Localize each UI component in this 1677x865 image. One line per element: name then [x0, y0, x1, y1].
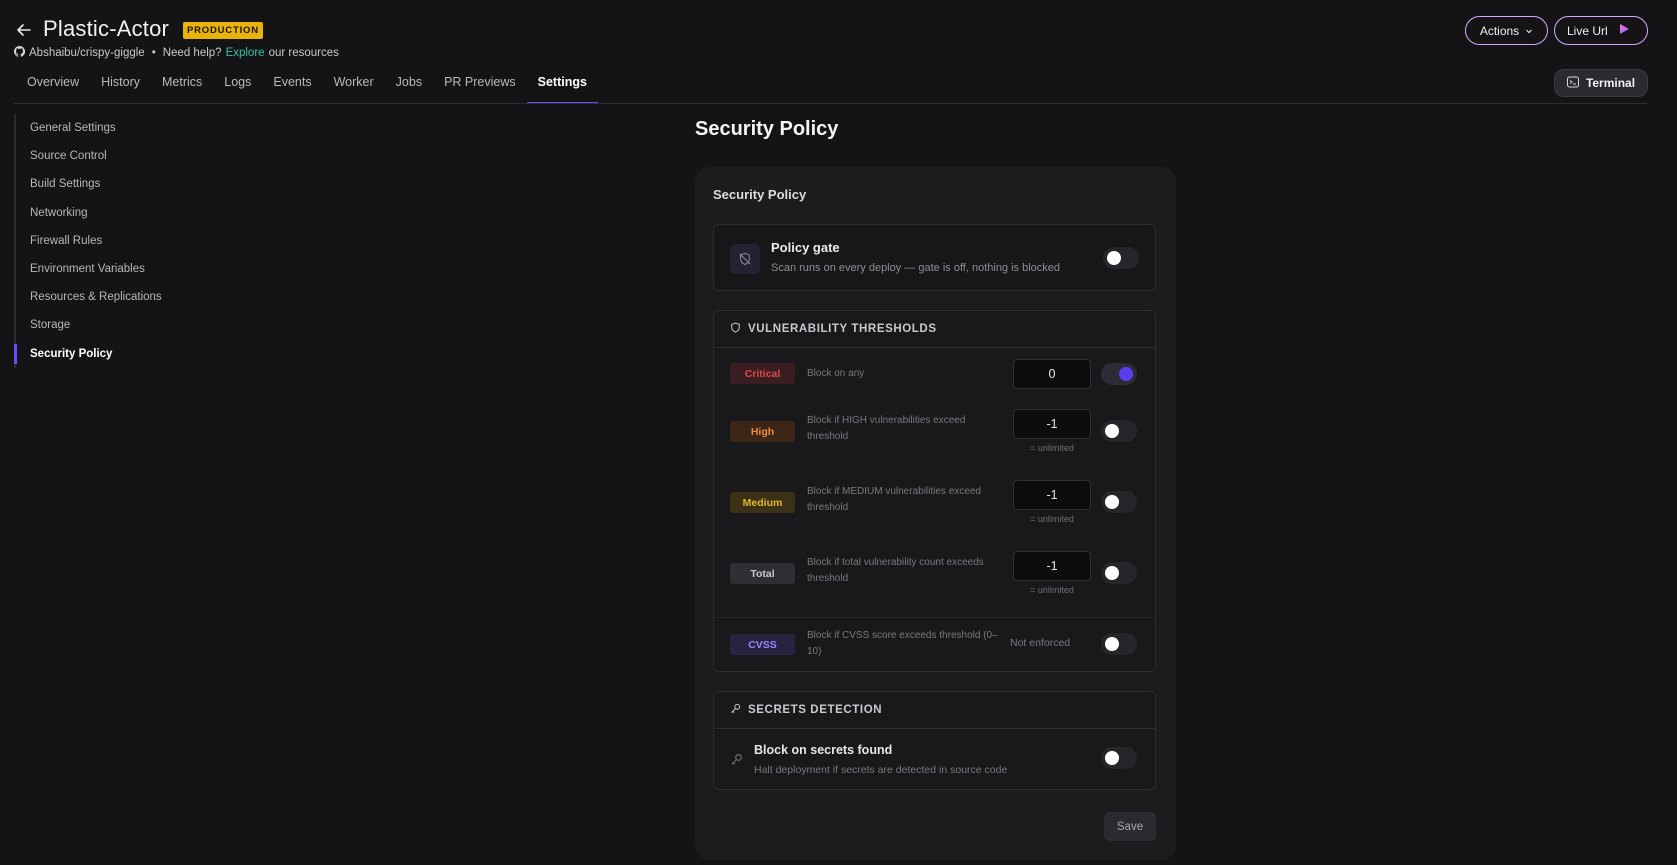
- vulnerability-thresholds-header: VULNERABILITY THRESHOLDS: [714, 311, 1155, 348]
- secrets-title: Block on secrets found: [754, 743, 893, 757]
- tab-bar: Overview History Metrics Logs Events Wor…: [16, 70, 599, 104]
- settings-sidebar: General Settings Source Control Build Se…: [14, 114, 214, 368]
- separator-dot: •: [151, 47, 156, 59]
- key-icon: [730, 753, 743, 771]
- security-policy-card: Security Policy Policy gate Scan runs on…: [695, 167, 1176, 860]
- threshold-description: Block if total vulnerability count excee…: [807, 557, 984, 584]
- severity-badge-cvss: CVSS: [730, 634, 795, 655]
- shield-icon: [730, 322, 741, 336]
- terminal-icon: [1566, 76, 1579, 91]
- policy-gate-title: Policy gate: [771, 240, 840, 255]
- policy-gate-description: Scan runs on every deploy — gate is off,…: [771, 262, 1061, 274]
- tab-jobs[interactable]: Jobs: [385, 70, 433, 104]
- app-header: Plastic-Actor PRODUCTION Abshaibu/crispy…: [0, 0, 1677, 104]
- threshold-description: Block on any: [807, 368, 865, 379]
- sidebar-item-source-control[interactable]: Source Control: [16, 142, 214, 170]
- tab-events[interactable]: Events: [262, 70, 322, 104]
- app-title: Plastic-Actor: [43, 16, 170, 41]
- sidebar-item-resources-replications[interactable]: Resources & Replications: [16, 283, 214, 311]
- threshold-description: Block if HIGH vulnerabilities exceed thr…: [807, 415, 966, 442]
- unlimited-hint: = unlimited: [1030, 443, 1074, 453]
- page-title: Security Policy: [695, 118, 839, 140]
- cvss-threshold-toggle[interactable]: [1101, 633, 1137, 655]
- threshold-row-total: Total Block if total vulnerability count…: [714, 551, 1155, 621]
- unlimited-hint: = unlimited: [1030, 514, 1074, 524]
- cvss-status: Not enforced: [1010, 637, 1071, 649]
- environment-badge: PRODUCTION: [183, 22, 263, 39]
- secrets-detection-section: SECRETS DETECTION Block on secrets found…: [713, 691, 1156, 790]
- header-divider: [14, 103, 1648, 104]
- threshold-row-critical: Critical Block on any: [714, 349, 1155, 399]
- repo-link[interactable]: Abshaibu/crispy-giggle: [29, 47, 145, 59]
- actions-button[interactable]: Actions: [1465, 16, 1548, 45]
- secrets-detection-header: SECRETS DETECTION: [714, 692, 1155, 729]
- tab-pr-previews[interactable]: PR Previews: [433, 70, 527, 104]
- save-button[interactable]: Save: [1104, 812, 1156, 841]
- tab-logs[interactable]: Logs: [213, 70, 262, 104]
- live-url-label: Live Url: [1567, 23, 1608, 38]
- shield-off-icon: [730, 244, 760, 274]
- secrets-detection-heading: SECRETS DETECTION: [748, 704, 883, 716]
- vulnerability-thresholds-section: VULNERABILITY THRESHOLDS Critical Block …: [713, 310, 1156, 672]
- severity-badge-critical: Critical: [730, 363, 795, 384]
- tab-history[interactable]: History: [90, 70, 151, 104]
- policy-gate-toggle[interactable]: [1103, 247, 1139, 269]
- sidebar-item-storage[interactable]: Storage: [16, 311, 214, 339]
- terminal-button[interactable]: Terminal: [1554, 69, 1648, 97]
- medium-threshold-toggle[interactable]: [1101, 491, 1137, 513]
- sidebar-item-networking[interactable]: Networking: [16, 199, 214, 227]
- severity-badge-high: High: [730, 421, 795, 442]
- help-suffix: our resources: [268, 47, 339, 59]
- severity-badge-medium: Medium: [730, 492, 795, 513]
- repo-line: Abshaibu/crispy-giggle • Need help? Expl…: [13, 45, 339, 60]
- total-threshold-toggle[interactable]: [1101, 562, 1137, 584]
- tab-metrics[interactable]: Metrics: [151, 70, 213, 104]
- tab-overview[interactable]: Overview: [16, 70, 90, 104]
- back-arrow-icon[interactable]: [14, 20, 34, 40]
- live-url-button[interactable]: Live Url: [1554, 16, 1648, 45]
- help-prefix: Need help?: [162, 47, 222, 59]
- threshold-row-cvss: CVSS Block if CVSS score exceeds thresho…: [714, 617, 1155, 671]
- critical-threshold-input[interactable]: [1013, 359, 1091, 389]
- vulnerability-thresholds-heading: VULNERABILITY THRESHOLDS: [748, 323, 937, 335]
- sidebar-item-security-policy[interactable]: Security Policy: [14, 340, 214, 368]
- high-threshold-toggle[interactable]: [1101, 420, 1137, 442]
- key-icon: [730, 703, 741, 717]
- card-title: Security Policy: [713, 187, 807, 202]
- chevron-down-icon: [1525, 24, 1533, 38]
- secrets-description: Halt deployment if secrets are detected …: [754, 764, 1008, 776]
- actions-label: Actions: [1479, 23, 1520, 38]
- total-threshold-input[interactable]: [1013, 551, 1091, 581]
- sidebar-item-environment-variables[interactable]: Environment Variables: [16, 255, 214, 283]
- critical-threshold-toggle[interactable]: [1101, 363, 1137, 385]
- sidebar-item-firewall-rules[interactable]: Firewall Rules: [16, 227, 214, 255]
- sidebar-item-general-settings[interactable]: General Settings: [16, 114, 214, 142]
- high-threshold-input[interactable]: [1013, 409, 1091, 439]
- tab-worker[interactable]: Worker: [323, 70, 385, 104]
- terminal-label: Terminal: [1585, 76, 1636, 90]
- threshold-row-high: High Block if HIGH vulnerabilities excee…: [714, 409, 1155, 479]
- medium-threshold-input[interactable]: [1013, 480, 1091, 510]
- threshold-description: Block if MEDIUM vulnerabilities exceed t…: [807, 486, 981, 513]
- sidebar-item-build-settings[interactable]: Build Settings: [16, 170, 214, 198]
- threshold-row-medium: Medium Block if MEDIUM vulnerabilities e…: [714, 480, 1155, 550]
- severity-badge-total: Total: [730, 563, 795, 584]
- unlimited-hint: = unlimited: [1030, 585, 1074, 595]
- threshold-description: Block if CVSS score exceeds threshold (0…: [807, 630, 998, 657]
- secrets-toggle[interactable]: [1101, 747, 1137, 769]
- github-icon: [13, 45, 26, 60]
- policy-gate-panel: Policy gate Scan runs on every deploy — …: [713, 224, 1156, 291]
- explore-link[interactable]: Explore: [226, 47, 265, 59]
- tab-settings[interactable]: Settings: [526, 70, 599, 104]
- play-icon: [1618, 23, 1630, 38]
